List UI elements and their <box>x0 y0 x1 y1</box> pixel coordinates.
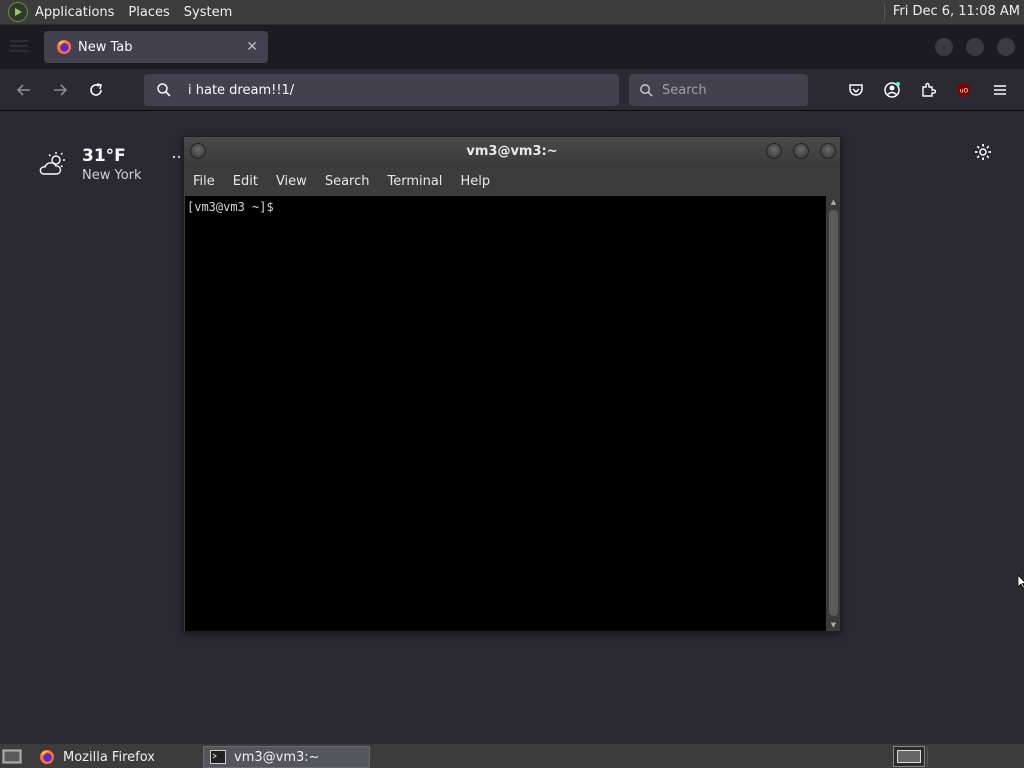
weather-options-icon[interactable] <box>172 155 182 159</box>
menu-system[interactable]: System <box>177 0 239 25</box>
scrollbar-thumb[interactable] <box>829 210 838 616</box>
firefox-icon <box>40 750 54 764</box>
terminal-menubar: File Edit View Search Terminal Help <box>184 167 840 195</box>
applications-logo-icon[interactable] <box>8 2 28 22</box>
text-cursor <box>280 200 288 213</box>
ublock-origin-icon[interactable]: uO <box>953 79 975 101</box>
maximize-button[interactable] <box>793 143 809 159</box>
tab-new-tab[interactable]: New Tab ✕ <box>44 31 268 63</box>
taskbar-item-terminal[interactable]: vm3@vm3:~ <box>203 746 370 768</box>
menu-file[interactable]: File <box>184 174 224 189</box>
search-placeholder: Search <box>662 82 707 98</box>
bottom-panel: Mozilla Firefox vm3@vm3:~ <box>0 743 1024 768</box>
menu-view[interactable]: View <box>267 174 316 189</box>
terminal-titlebar[interactable]: vm3@vm3:~ <box>184 137 840 167</box>
menu-applications[interactable]: Applications <box>28 0 121 25</box>
show-desktop-icon[interactable] <box>2 748 22 765</box>
account-icon[interactable] <box>881 79 903 101</box>
weather-city: New York <box>82 168 142 183</box>
close-window-button[interactable] <box>997 38 1015 56</box>
svg-text:uO: uO <box>960 88 969 95</box>
minimize-button[interactable] <box>766 143 782 159</box>
terminal-window[interactable]: vm3@vm3:~ File Edit View Search Terminal… <box>183 136 841 632</box>
partly-cloudy-icon <box>39 152 65 175</box>
forward-icon[interactable] <box>49 79 71 101</box>
navigation-toolbar: i hate dream!!1/ Search uO <box>0 69 1024 111</box>
search-bar[interactable]: Search <box>629 74 808 106</box>
pocket-icon[interactable] <box>845 79 867 101</box>
close-button[interactable] <box>820 143 836 159</box>
tab-bar: New Tab ✕ <box>0 25 1024 69</box>
menu-terminal[interactable]: Terminal <box>378 174 451 189</box>
reload-icon[interactable] <box>85 79 107 101</box>
workspace-switcher-2[interactable] <box>927 746 959 767</box>
minimize-window-button[interactable] <box>935 38 953 56</box>
gear-icon[interactable] <box>973 142 993 162</box>
weather-widget[interactable]: 31°F New York <box>38 146 142 183</box>
scroll-up-icon[interactable]: ▲ <box>828 197 839 207</box>
tab-title: New Tab <box>78 39 133 55</box>
url-bar[interactable]: i hate dream!!1/ <box>144 74 619 106</box>
firefox-icon <box>57 40 71 54</box>
menu-help[interactable]: Help <box>451 174 499 189</box>
terminal-title: vm3@vm3:~ <box>466 144 558 159</box>
workspace-window-thumbnail <box>897 750 921 763</box>
taskbar-item-firefox[interactable]: Mozilla Firefox <box>33 746 199 768</box>
search-icon <box>640 83 653 97</box>
weather-temperature: 31°F <box>82 146 126 166</box>
maximize-window-button[interactable] <box>966 38 984 56</box>
shell-prompt-line: [vm3@vm3 ~]$ <box>187 200 288 214</box>
mouse-pointer-icon <box>1018 575 1024 589</box>
tab-list-icon[interactable] <box>10 39 28 53</box>
terminal-output[interactable]: [vm3@vm3 ~]$ <box>185 196 826 631</box>
taskbar-label: vm3@vm3:~ <box>234 749 320 765</box>
terminal-icon <box>210 750 226 764</box>
terminal-scrollbar[interactable]: ▲ ▼ <box>827 196 840 631</box>
scroll-down-icon[interactable]: ▼ <box>828 620 839 630</box>
close-tab-icon[interactable]: ✕ <box>246 39 258 55</box>
menu-places[interactable]: Places <box>121 0 176 25</box>
extensions-icon[interactable] <box>917 79 939 101</box>
taskbar-label: Mozilla Firefox <box>63 749 155 765</box>
menu-edit[interactable]: Edit <box>224 174 267 189</box>
back-icon[interactable] <box>13 79 35 101</box>
hamburger-menu-icon[interactable] <box>989 79 1011 101</box>
url-text: i hate dream!!1/ <box>188 82 295 98</box>
shell-prompt: [vm3@vm3 ~]$ <box>187 200 281 214</box>
search-icon <box>157 83 171 97</box>
clock[interactable]: Fri Dec 6, 11:08 AM <box>883 3 1024 21</box>
workspace-switcher-1[interactable] <box>893 746 925 767</box>
top-panel: Applications Places System Fri Dec 6, 11… <box>0 0 1024 25</box>
menu-search[interactable]: Search <box>316 174 379 189</box>
